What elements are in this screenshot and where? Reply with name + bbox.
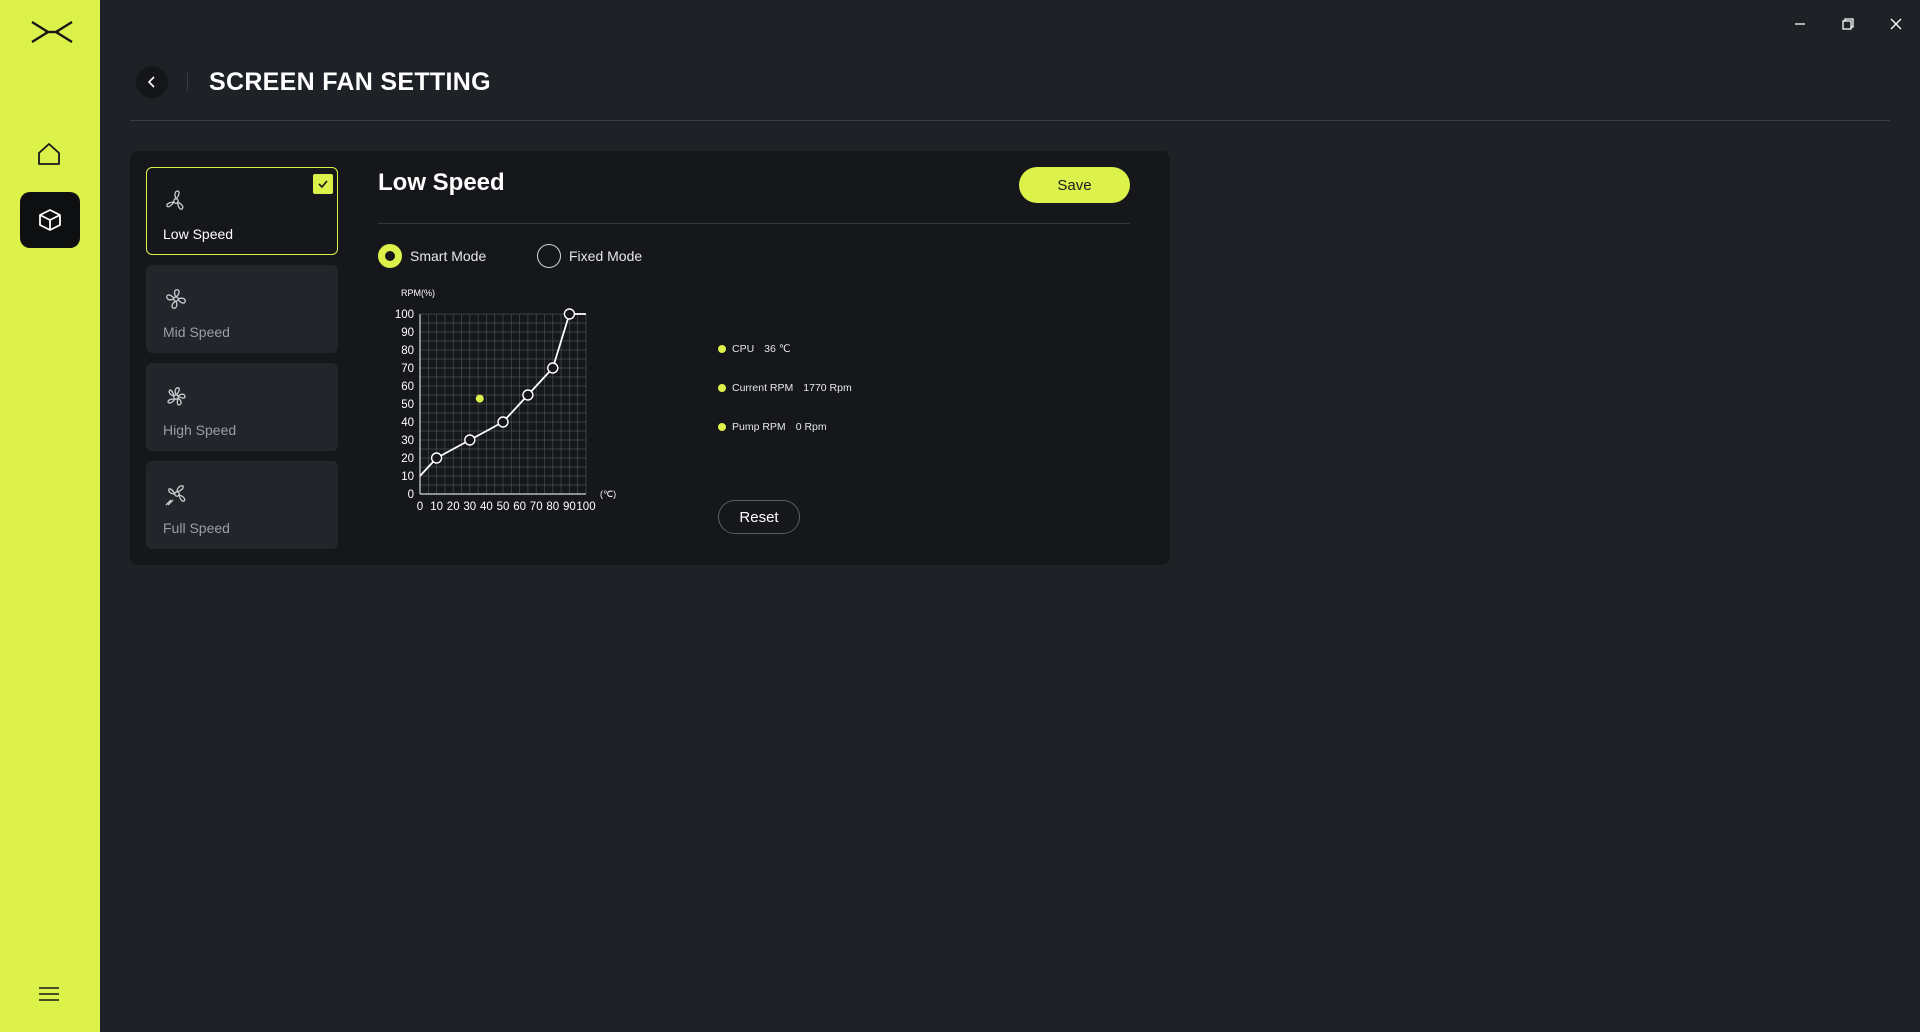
mode-card-full-speed[interactable]: Full Speed xyxy=(146,461,338,549)
device-box-icon xyxy=(39,209,61,231)
nav-device-button[interactable] xyxy=(20,192,80,248)
y-tick-label: 0 xyxy=(408,489,414,501)
y-tick-label: 80 xyxy=(401,345,414,357)
fixed-mode-radio[interactable]: Fixed Mode xyxy=(537,243,642,269)
current-temp-marker xyxy=(475,394,484,403)
selected-checkmark-icon xyxy=(313,174,333,194)
mode-card-label: High Speed xyxy=(163,422,237,438)
y-tick-label: 90 xyxy=(401,327,414,339)
y-tick-label: 100 xyxy=(395,309,414,321)
menu-button[interactable] xyxy=(34,980,64,1008)
y-tick-label: 60 xyxy=(401,381,414,393)
hamburger-menu-icon xyxy=(39,987,59,1001)
cpu-label: CPU xyxy=(732,343,755,355)
mode-card-high-speed[interactable]: High Speed xyxy=(146,363,338,451)
close-button[interactable] xyxy=(1884,12,1908,36)
x-tick-label: 60 xyxy=(513,501,526,513)
home-icon xyxy=(38,143,60,165)
current-rpm-stat: Current RPM 1770 Rpm xyxy=(718,379,852,397)
mode-card-mid-speed[interactable]: Mid Speed xyxy=(146,265,338,353)
radio-indicator xyxy=(378,244,402,268)
app-window: SCREEN FAN SETTING Low Speed Mid Speed H… xyxy=(0,0,1920,1032)
cpu-value: 36 ℃ xyxy=(764,343,791,355)
status-dot xyxy=(718,345,726,353)
curve-control-point[interactable] xyxy=(522,389,534,401)
pump-rpm-label: Pump RPM xyxy=(732,421,786,433)
y-axis-label: RPM(%) xyxy=(401,288,435,298)
maximize-button[interactable] xyxy=(1836,12,1860,36)
curve-control-point[interactable] xyxy=(547,362,559,374)
fan-full-icon xyxy=(165,485,186,506)
sidebar xyxy=(0,0,100,1032)
x-tick-label: 30 xyxy=(463,501,476,513)
save-button[interactable]: Save xyxy=(1019,167,1130,203)
chevron-left-icon xyxy=(147,76,155,88)
detail-divider xyxy=(378,223,1130,224)
status-dot xyxy=(718,423,726,431)
page-title: SCREEN FAN SETTING xyxy=(209,68,491,96)
mode-card-label: Low Speed xyxy=(163,226,234,242)
minimize-button[interactable] xyxy=(1788,12,1812,36)
header-divider xyxy=(187,73,188,91)
fan-settings-panel: Low Speed Mid Speed High Speed Full Spee… xyxy=(130,151,1170,565)
curve-control-point[interactable] xyxy=(464,434,476,446)
x-tick-label: 10 xyxy=(430,501,443,513)
fan-mid-icon xyxy=(166,289,186,309)
back-button[interactable] xyxy=(136,66,168,98)
minimize-icon xyxy=(1795,23,1805,25)
brand-logo-icon xyxy=(28,16,76,48)
radio-indicator xyxy=(537,244,561,268)
x-tick-label: 90 xyxy=(563,501,576,513)
curve-control-point[interactable] xyxy=(430,452,443,464)
x-tick-label: 100 xyxy=(576,501,595,513)
pump-rpm-stat: Pump RPM 0 Rpm xyxy=(718,418,827,436)
reset-button[interactable]: Reset xyxy=(718,500,800,534)
mode-card-low-speed[interactable]: Low Speed xyxy=(146,167,338,255)
mode-card-label: Full Speed xyxy=(163,520,230,536)
fixed-mode-label: Fixed Mode xyxy=(569,248,643,264)
smart-mode-label: Smart Mode xyxy=(410,248,487,264)
x-tick-label: 80 xyxy=(546,501,559,513)
smart-mode-radio[interactable]: Smart Mode xyxy=(378,243,486,269)
x-tick-label: 40 xyxy=(480,501,493,513)
header-underline xyxy=(130,120,1890,121)
y-tick-label: 40 xyxy=(401,417,414,429)
y-tick-label: 50 xyxy=(401,399,414,411)
y-tick-label: 70 xyxy=(401,363,414,375)
x-tick-label: 20 xyxy=(447,501,460,513)
x-tick-label: 70 xyxy=(530,501,543,513)
y-tick-label: 20 xyxy=(401,453,414,465)
y-tick-label: 10 xyxy=(401,471,414,483)
detail-title: Low Speed xyxy=(378,169,505,196)
fan-high-icon xyxy=(167,387,186,406)
nav-home-button[interactable] xyxy=(20,128,78,180)
mode-card-label: Mid Speed xyxy=(163,324,230,340)
current-rpm-value: 1770 Rpm xyxy=(803,382,852,394)
restore-icon xyxy=(1842,18,1854,30)
curve-control-point[interactable] xyxy=(497,416,509,428)
x-axis-label: (℃) xyxy=(600,489,616,499)
current-rpm-label: Current RPM xyxy=(732,382,794,394)
close-icon xyxy=(1890,18,1902,30)
x-tick-label: 50 xyxy=(497,501,510,513)
cpu-temp-stat: CPU 36 ℃ xyxy=(718,340,791,358)
fan-curve-chart[interactable]: 01020304050607080901000 10 20 30 40 50 60 70 80 9… xyxy=(378,281,668,531)
status-dot xyxy=(718,384,726,392)
pump-rpm-value: 0 Rpm xyxy=(795,421,827,433)
curve-control-point[interactable] xyxy=(563,308,576,320)
y-tick-label: 30 xyxy=(401,435,414,447)
fan-low-icon xyxy=(166,190,184,210)
x-tick-label: 0 xyxy=(417,501,423,513)
